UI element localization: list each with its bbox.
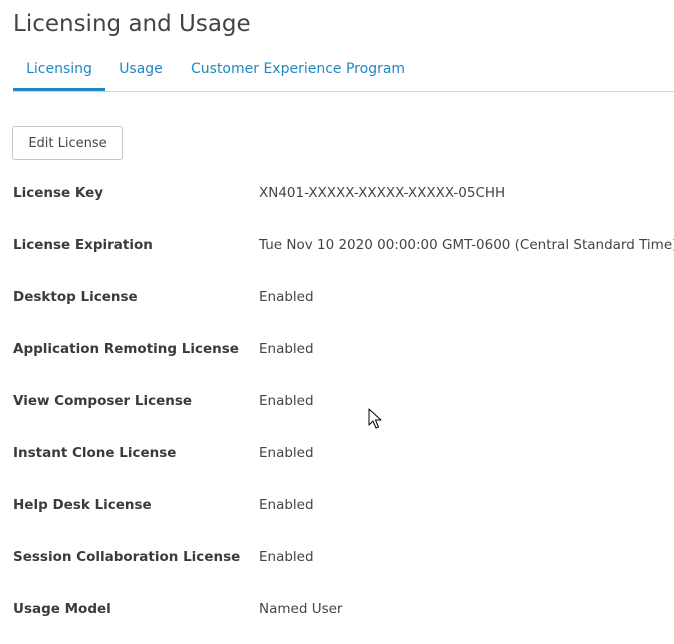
tab-usage[interactable]: Usage — [119, 51, 163, 91]
detail-value: Enabled — [259, 497, 314, 513]
detail-value: XN401-XXXXX-XXXXX-XXXXX-05CHH — [259, 185, 506, 201]
detail-row-view-composer-license: View Composer License Enabled — [13, 384, 674, 436]
detail-value: Enabled — [259, 341, 314, 357]
detail-label: Instant Clone License — [13, 445, 177, 461]
license-details: License Key XN401-XXXXX-XXXXX-XXXXX-05CH… — [13, 176, 674, 644]
mouse-pointer-icon — [368, 408, 382, 429]
edit-license-button[interactable]: Edit License — [12, 126, 123, 160]
detail-label: Application Remoting License — [13, 341, 239, 357]
detail-value: Enabled — [259, 445, 314, 461]
detail-label: Usage Model — [13, 601, 111, 617]
detail-label: License Key — [13, 185, 104, 201]
detail-row-desktop-license: Desktop License Enabled — [13, 280, 674, 332]
tab-bar: Licensing Usage Customer Experience Prog… — [13, 51, 674, 92]
detail-value: Enabled — [259, 289, 314, 305]
detail-label: Session Collaboration License — [13, 549, 241, 565]
detail-label: License Expiration — [13, 237, 153, 253]
detail-row-license-expiration: License Expiration Tue Nov 10 2020 00:00… — [13, 228, 674, 280]
detail-label: Help Desk License — [13, 497, 152, 513]
detail-row-session-collaboration-license: Session Collaboration License Enabled — [13, 540, 674, 592]
detail-value: Enabled — [259, 393, 314, 409]
detail-value: Named User — [259, 601, 343, 617]
detail-row-application-remoting-license: Application Remoting License Enabled — [13, 332, 674, 384]
detail-label: View Composer License — [13, 393, 193, 409]
detail-label: Desktop License — [13, 289, 138, 305]
detail-value: Enabled — [259, 549, 314, 565]
detail-value: Tue Nov 10 2020 00:00:00 GMT-0600 (Centr… — [259, 237, 674, 253]
detail-row-instant-clone-license: Instant Clone License Enabled — [13, 436, 674, 488]
tab-licensing[interactable]: Licensing — [13, 51, 105, 91]
detail-row-license-key: License Key XN401-XXXXX-XXXXX-XXXXX-05CH… — [13, 176, 674, 228]
tab-customer-experience-program[interactable]: Customer Experience Program — [191, 51, 405, 91]
page-title: Licensing and Usage — [13, 11, 251, 37]
detail-row-usage-model: Usage Model Named User — [13, 592, 674, 644]
detail-row-help-desk-license: Help Desk License Enabled — [13, 488, 674, 540]
